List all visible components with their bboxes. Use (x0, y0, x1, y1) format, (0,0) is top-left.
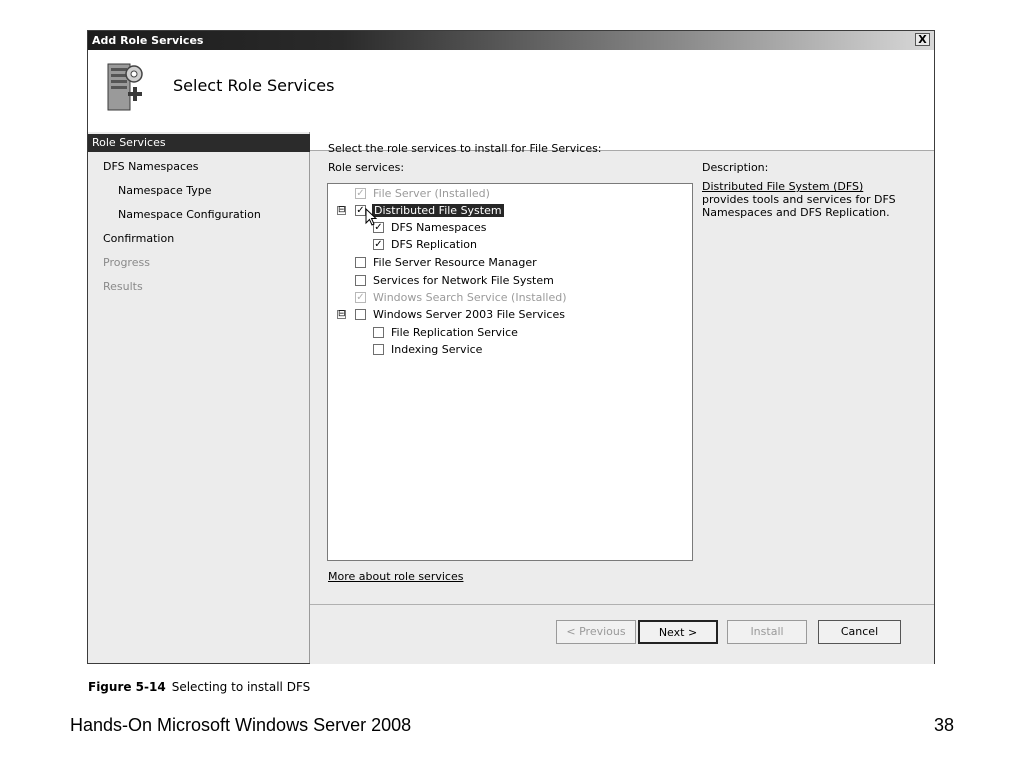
fsrm-label: File Server Resource Manager (373, 256, 537, 269)
file-server-label: File Server (Installed) (373, 187, 490, 200)
tree-item-services-for-nfs[interactable]: Services for Network File System (355, 272, 554, 289)
collapse-dfs-icon[interactable]: ⊟ (337, 206, 346, 215)
ws2003-checkbox[interactable] (355, 309, 366, 320)
title-bar: Add Role Services X (88, 31, 934, 50)
file-replication-label: File Replication Service (391, 326, 518, 339)
file-server-checkbox: ✓ (355, 188, 366, 199)
sidebar-item-namespace-type[interactable]: Namespace Type (88, 182, 310, 200)
figure-caption-text: Selecting to install DFS (171, 680, 311, 694)
mouse-pointer-icon (365, 208, 378, 226)
description-body: provides tools and services for DFS Name… (702, 193, 896, 219)
next-button[interactable]: Next > (638, 620, 718, 644)
nfs-checkbox[interactable] (355, 275, 366, 286)
dfs-replication-checkbox[interactable]: ✓ (373, 239, 384, 250)
tree-item-dfs-namespaces[interactable]: ✓ DFS Namespaces (373, 219, 487, 236)
ws2003-label: Windows Server 2003 File Services (373, 308, 565, 321)
sidebar-item-namespace-configuration[interactable]: Namespace Configuration (88, 206, 310, 224)
more-about-role-services-link[interactable]: More about role services (328, 570, 463, 583)
tree-item-file-replication-service[interactable]: File Replication Service (373, 324, 518, 341)
previous-button: < Previous (556, 620, 636, 644)
tree-item-windows-search-service: ✓ Windows Search Service (Installed) (355, 289, 566, 306)
dfs-namespaces-label: DFS Namespaces (391, 221, 487, 234)
indexing-checkbox[interactable] (373, 344, 384, 355)
close-button[interactable]: X (915, 33, 930, 46)
instruction-text: Select the role services to install for … (328, 142, 602, 155)
sidebar-item-results: Results (103, 280, 143, 293)
wizard-steps-sidebar: Role Services DFS Namespaces Namespace T… (88, 132, 310, 663)
slide-page-number: 38 (933, 715, 954, 735)
figure-number: Figure 5-14 (88, 680, 166, 694)
install-button: Install (727, 620, 807, 644)
page-title: Select Role Services (173, 76, 335, 95)
cancel-button[interactable]: Cancel (818, 620, 901, 644)
role-services-tree[interactable]: ✓ File Server (Installed) ⊟ ✓ Distribute… (327, 183, 693, 561)
windows-search-label: Windows Search Service (Installed) (373, 291, 567, 304)
sidebar-item-dfs-namespaces[interactable]: DFS Namespaces (88, 158, 310, 176)
dfs-label[interactable]: Distributed File System (372, 204, 504, 217)
dfs-replication-label: DFS Replication (391, 238, 477, 251)
slide-footer: Hands-On Microsoft Windows Server 2008 (70, 715, 412, 735)
tree-item-windows-server-2003-file-services[interactable]: ⊟ Windows Server 2003 File Services (337, 306, 565, 323)
sidebar-item-role-services[interactable]: Role Services (88, 134, 310, 152)
description-text: Distributed File System (DFS) provides t… (702, 180, 912, 219)
windows-search-checkbox: ✓ (355, 292, 366, 303)
sidebar-item-confirmation[interactable]: Confirmation (88, 230, 310, 248)
figure-caption: Figure 5-14 Selecting to install DFS (88, 680, 310, 694)
add-role-services-window: Add Role Services X Select Role Services… (87, 30, 935, 664)
fsrm-checkbox[interactable] (355, 257, 366, 268)
tree-item-indexing-service[interactable]: Indexing Service (373, 341, 482, 358)
description-label: Description: (702, 161, 769, 174)
tree-item-file-server: ✓ File Server (Installed) (355, 185, 490, 202)
collapse-ws2003-icon[interactable]: ⊟ (337, 310, 346, 319)
tree-item-file-server-resource-manager[interactable]: File Server Resource Manager (355, 254, 537, 271)
indexing-label: Indexing Service (391, 343, 483, 356)
role-services-label: Role services: (328, 161, 405, 174)
dfs-description-link[interactable]: Distributed File System (DFS) (702, 180, 863, 193)
nfs-label: Services for Network File System (373, 274, 554, 287)
sidebar-item-progress: Progress (103, 256, 150, 269)
tree-item-distributed-file-system[interactable]: ⊟ ✓ Distributed File System (337, 202, 504, 219)
file-replication-checkbox[interactable] (373, 327, 384, 338)
tree-item-dfs-replication[interactable]: ✓ DFS Replication (373, 236, 477, 253)
window-title: Add Role Services (92, 34, 204, 47)
server-add-icon (107, 63, 143, 111)
